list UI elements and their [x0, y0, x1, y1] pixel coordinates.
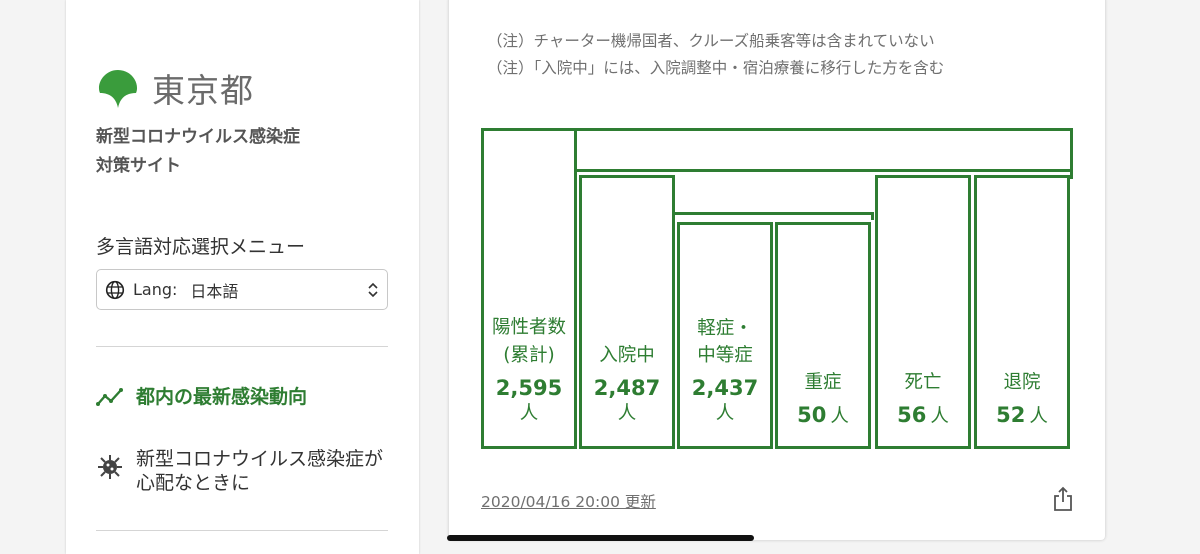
- home-indicator[interactable]: [447, 535, 754, 541]
- stat-cell-severe: 重症 50 人: [775, 222, 871, 449]
- chevron-up-down-icon: [368, 282, 378, 298]
- cell-unit: 人: [617, 403, 637, 424]
- share-icon[interactable]: [1051, 486, 1075, 512]
- stat-cell-hospitalized: 入院中 2,487 人: [579, 175, 675, 449]
- logo-text: 東京都: [152, 71, 254, 110]
- cell-value: 2,437: [691, 376, 759, 400]
- lang-selected-value: 日本語: [190, 281, 239, 301]
- site-title-line2: 対策サイト: [96, 156, 181, 176]
- language-select[interactable]: Lang: 日本語: [96, 269, 388, 310]
- nav-item-latest-trends[interactable]: 都内の最新感染動向: [96, 382, 307, 409]
- site-title-line1: 新型コロナウイルス感染症: [96, 127, 300, 147]
- cell-unit: 人: [715, 403, 735, 424]
- trend-line-icon: [96, 387, 123, 406]
- cell-value: 56 人: [897, 403, 949, 427]
- language-menu-heading: 多言語対応選択メニュー: [96, 236, 306, 258]
- cell-label: 重症: [804, 372, 842, 393]
- tokyo-logo[interactable]: 東京都: [96, 64, 254, 112]
- stat-cell-discharged: 退院 52 人: [974, 175, 1070, 449]
- cell-label: 死亡: [904, 372, 942, 393]
- cell-label: 入院中: [599, 345, 655, 366]
- cell-label: 軽症・: [697, 318, 753, 339]
- cell-value: 2,595: [495, 376, 563, 400]
- site-title[interactable]: 新型コロナウイルス感染症 対策サイト: [96, 123, 396, 181]
- cell-value: 52 人: [996, 403, 1048, 427]
- stat-cell-mild: 軽症・ 中等症 2,437 人: [677, 222, 773, 449]
- virus-icon: [98, 455, 122, 479]
- cell-value: 50 人: [797, 403, 849, 427]
- sidebar: 東京都 新型コロナウイルス感染症 対策サイト 多言語対応選択メニュー Lang:…: [66, 0, 419, 554]
- cell-label: 中等症: [697, 345, 753, 366]
- cell-label: 陽性者数: [491, 317, 566, 338]
- nav-item-worried[interactable]: 新型コロナウイルス感染症が心配なときに: [96, 447, 396, 495]
- ginkgo-leaf-icon: [98, 70, 138, 108]
- bracket-hospitalized: [670, 212, 874, 220]
- cell-label: (累計): [503, 345, 555, 366]
- cell-unit: 人: [519, 403, 539, 424]
- lang-label: Lang:: [133, 280, 178, 299]
- cell-label: 退院: [1003, 372, 1041, 393]
- sidebar-divider: [96, 530, 388, 531]
- sidebar-divider: [96, 346, 388, 347]
- note-line: （注）「入院中」には、入院調整中・宿泊療養に移行した方を含む: [487, 59, 945, 77]
- nav-label: 新型コロナウイルス感染症が心配なときに: [136, 448, 384, 494]
- stat-cell-positive: 陽性者数 (累計) 2,595 人: [481, 128, 577, 449]
- cell-value: 2,487: [593, 376, 661, 400]
- globe-icon: [105, 280, 125, 299]
- last-updated-link[interactable]: 2020/04/16 20:00 更新: [481, 490, 656, 512]
- main-card: （注）チャーター機帰国者、クルーズ船乗客等は含まれていない （注）「入院中」には…: [449, 0, 1105, 540]
- nav-label: 都内の最新感染動向: [136, 386, 308, 408]
- stat-cell-deaths: 死亡 56 人: [875, 175, 971, 449]
- note-line: （注）チャーター機帰国者、クルーズ船乗客等は含まれていない: [487, 32, 935, 50]
